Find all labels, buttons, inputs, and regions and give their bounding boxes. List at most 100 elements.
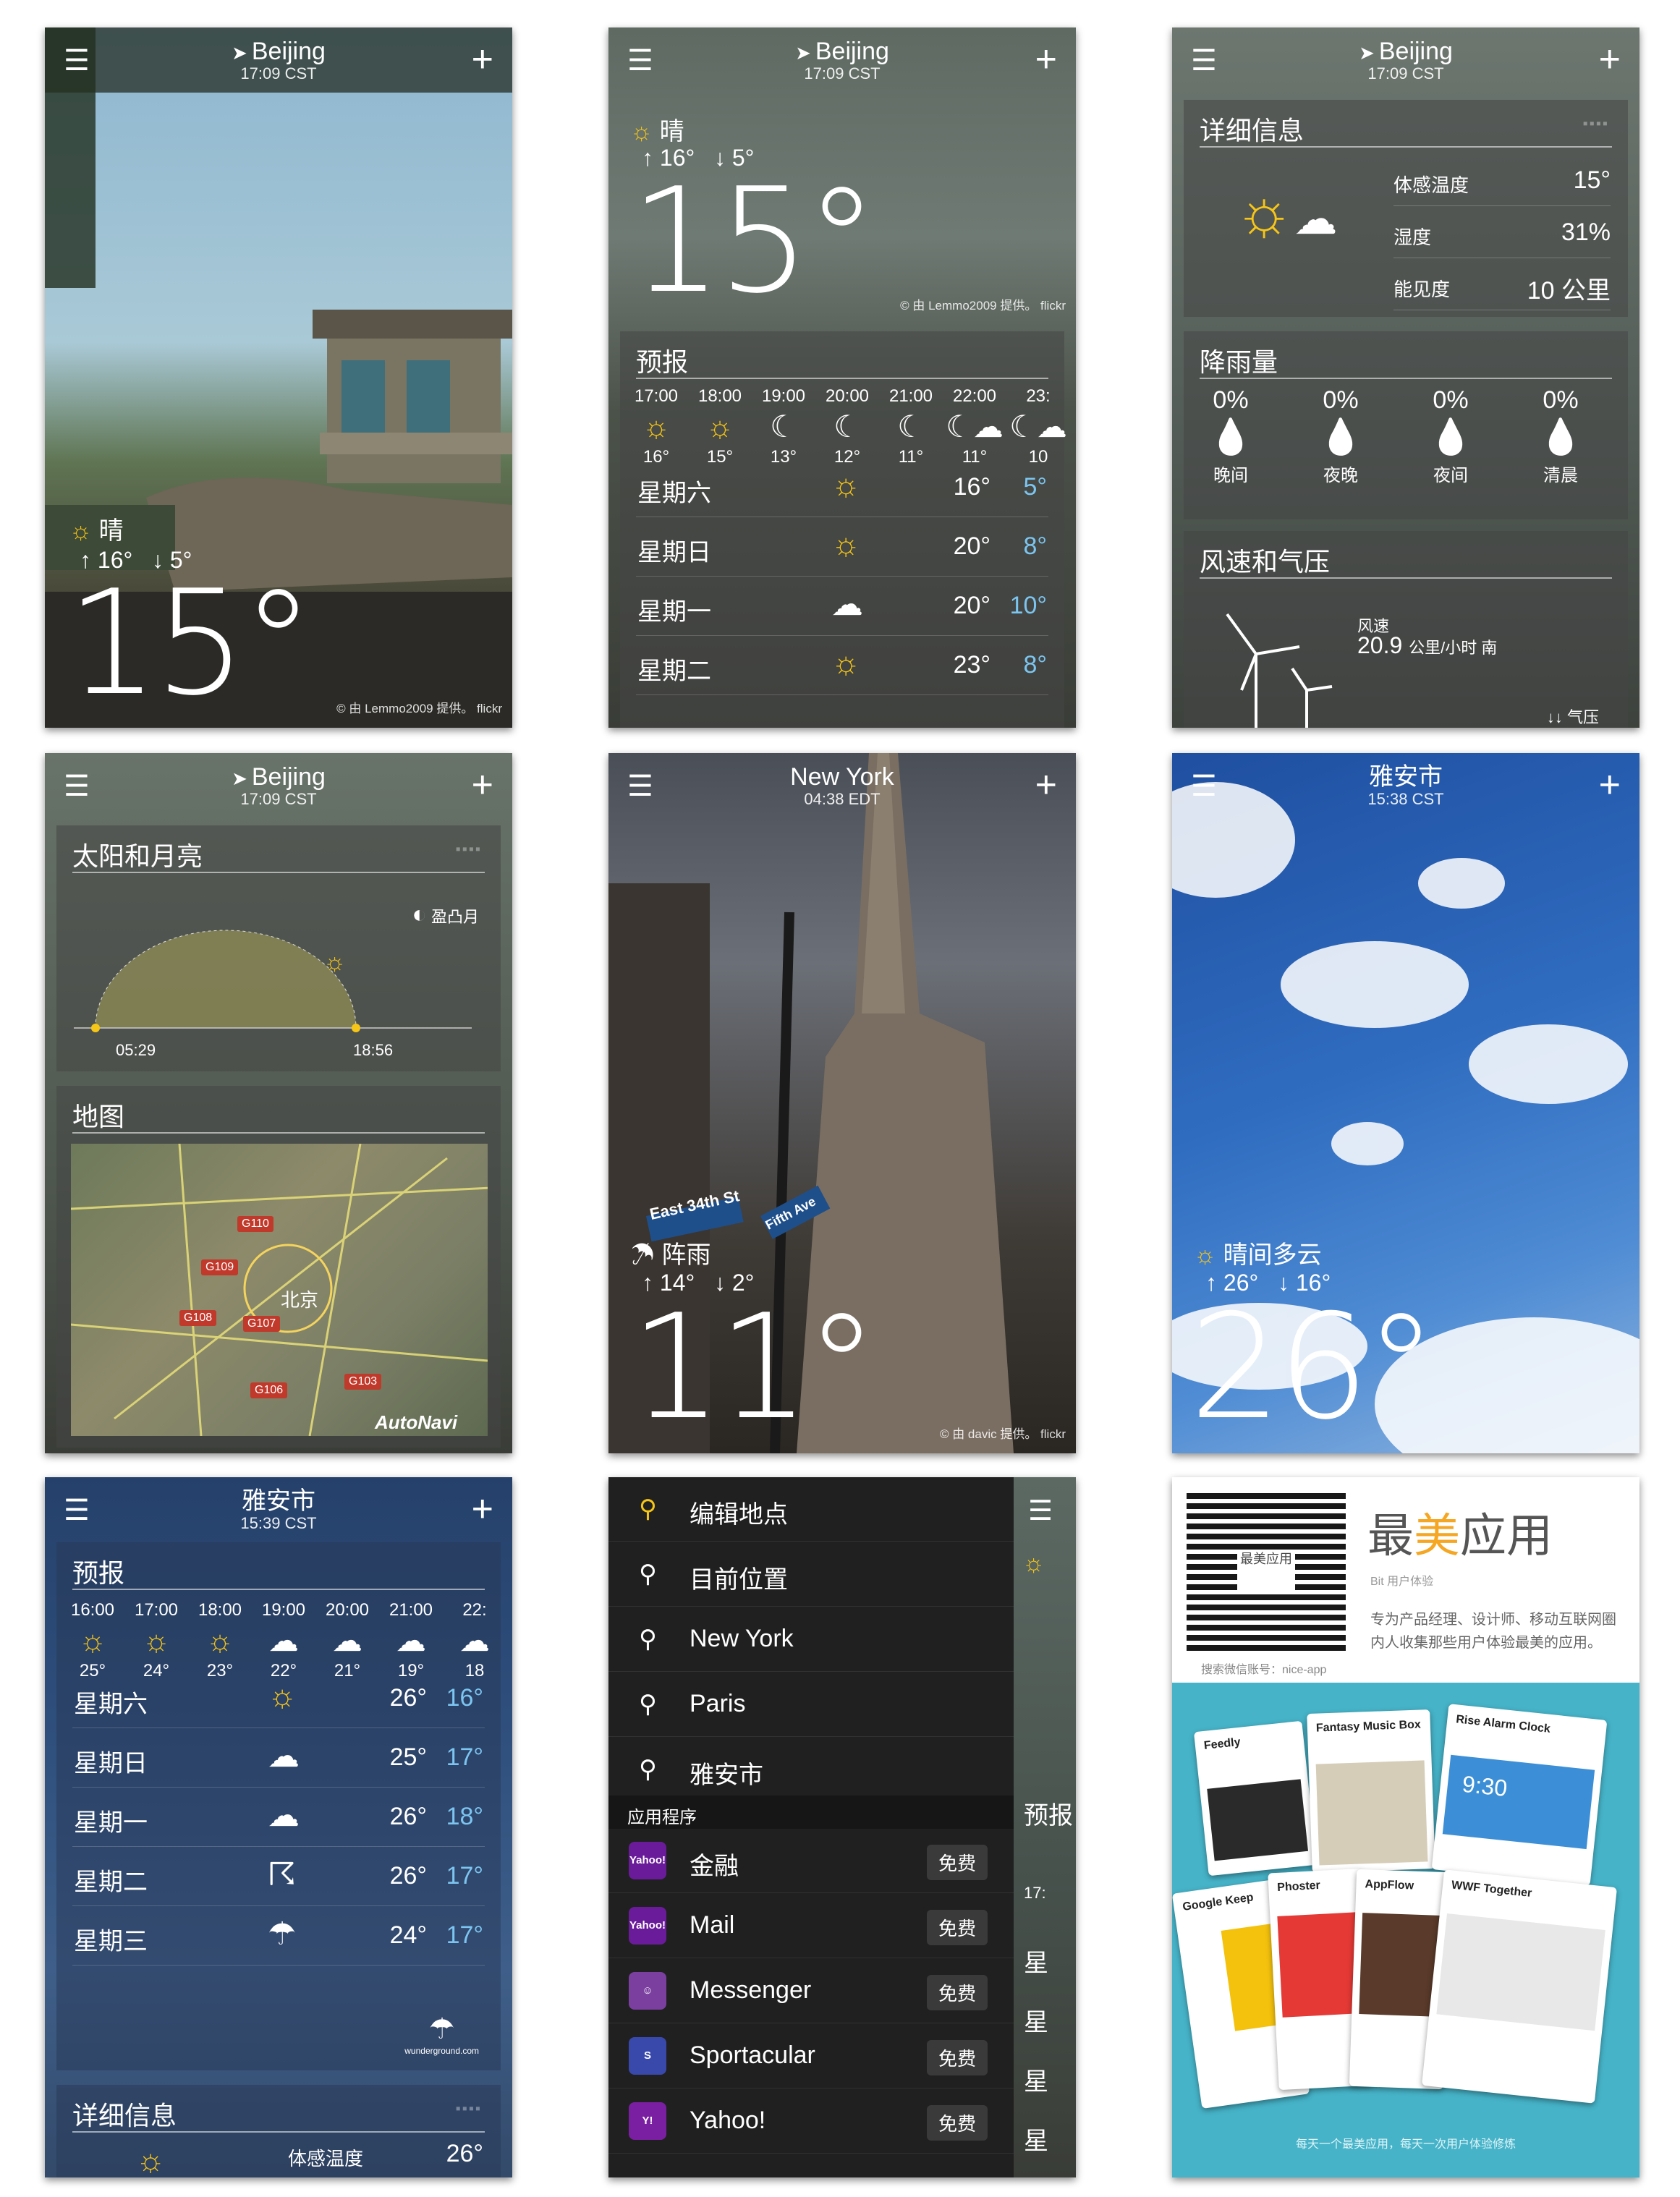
- divider: [72, 1132, 485, 1134]
- location-name: New York: [690, 1625, 794, 1652]
- app-icon: Yahoo!: [629, 1842, 666, 1879]
- free-button[interactable]: 免费: [926, 1975, 988, 2010]
- daily-row: 星期二 ☈ 26° 17°: [72, 1848, 485, 1906]
- menu-icon[interactable]: ☰: [1028, 1495, 1053, 1527]
- feels-like-label: 体感温度: [288, 2148, 364, 2170]
- panel-title: 降雨量: [1200, 347, 1278, 377]
- edit-pin-icon: ⚲: [639, 1495, 657, 1523]
- panel-title: 预报: [636, 347, 689, 377]
- location-item[interactable]: ⚲ 目前位置: [608, 1542, 1014, 1607]
- screen-beijing-forecast: ☰ ➤ Beijing 17:09 CST + ☼ 晴 ↑ 16° ↓ 5° 15…: [608, 27, 1076, 728]
- app-card-rise-alarm-clock[interactable]: Rise Alarm Clock 9:30: [1431, 1704, 1608, 1886]
- panel-title: 太阳和月亮: [72, 841, 203, 871]
- detail-row: 湿度 31%: [1393, 207, 1611, 258]
- condition: ☼ 晴: [69, 517, 124, 545]
- screen-newyork: East 34th St Fifth Ave ☰ New York 04:38 …: [608, 753, 1076, 1453]
- drag-handle-icon[interactable]: ▪▪▪▪: [456, 2101, 482, 2117]
- forecast-panel: 预报 17:00 ☼ 16° 18:00 ☼ 15° 19:00 ☾ 13° 20:00 ☾ 12° 2…: [620, 331, 1067, 728]
- hour-time: 21:00: [389, 1600, 433, 1620]
- free-button[interactable]: 免费: [926, 1845, 988, 1880]
- app-card-wwf-together[interactable]: WWF Together: [1421, 1869, 1618, 2104]
- add-location-button[interactable]: +: [472, 766, 493, 804]
- screen-beijing-sun-map: ☰ ➤ Beijing 17:09 CST + 太阳和月亮 ▪▪▪▪ ◐ 盈凸月 …: [45, 753, 512, 1453]
- photo-credit[interactable]: © 由 Lemmo2009 提供。 flickr: [900, 295, 1066, 313]
- free-button[interactable]: 免费: [926, 2105, 988, 2141]
- app-card-feedly[interactable]: Feedly: [1193, 1720, 1318, 1877]
- location-item[interactable]: ⚲ 雅安市: [608, 1738, 1014, 1802]
- sunrise-time: 05:29: [116, 1041, 156, 1059]
- peek-main-view[interactable]: ☰ ☼ 预报 17: 星星星星: [1014, 1477, 1076, 2177]
- app-card-fantasy-music-box[interactable]: Fantasy Music Box: [1307, 1709, 1435, 1873]
- day-name: 星期六: [74, 1691, 148, 1718]
- qr-code: 最美应用: [1187, 1492, 1346, 1651]
- free-button[interactable]: 免费: [926, 2040, 988, 2075]
- precipitation-item: 0% 💧 清晨: [1506, 386, 1615, 486]
- drag-handle-icon[interactable]: ▪▪▪▪: [1583, 116, 1609, 132]
- highway-label: G107: [243, 1316, 281, 1332]
- hour-time: 18:00: [697, 386, 742, 406]
- app-item[interactable]: Yahoo! Mail 免费: [608, 1894, 1014, 1958]
- app-icon: S: [629, 2037, 666, 2075]
- city-name: 雅安市: [242, 1487, 315, 1515]
- header: ☰ ➤ Beijing 17:09 CST +: [608, 27, 1076, 93]
- app-name: Yahoo!: [690, 2107, 766, 2134]
- drag-handle-icon[interactable]: ▪▪▪▪: [456, 841, 482, 858]
- map-view[interactable]: 北京 G110 G109 G108 G107 G106 G103 AutoNavi: [71, 1144, 488, 1436]
- location-item[interactable]: ⚲ Paris: [608, 1673, 1014, 1737]
- sun-icon: ☼: [642, 409, 671, 443]
- header: ☰ ➤ Beijing 17:09 CST +: [45, 753, 512, 818]
- location-name: Paris: [690, 1690, 746, 1717]
- add-location-button[interactable]: +: [1035, 766, 1057, 804]
- app-item[interactable]: S Sportacular 免费: [608, 2024, 1014, 2088]
- edit-locations-item[interactable]: ⚲ 编辑地点: [608, 1477, 1014, 1542]
- day-low: 17°: [446, 1862, 483, 1890]
- app-name: Mail: [690, 1911, 735, 1939]
- daily-row: 星期日 ☼ 20° 8°: [636, 518, 1048, 577]
- screen-nice-app-ad: 最美应用 最美应用 Bit 用户体验 专为产品经理、设计师、移动互联网圈 内人收…: [1172, 1477, 1639, 2177]
- location-pin-icon: ⚲: [639, 1691, 657, 1718]
- footer-slogan: 每天一个最美应用，每天一次用户体验修炼: [1295, 2138, 1516, 2151]
- peek-label: 预报: [1024, 1802, 1073, 1830]
- day-high: 26°: [389, 1862, 427, 1890]
- add-location-button[interactable]: +: [472, 1490, 493, 1528]
- location-name: 编辑地点: [690, 1501, 788, 1529]
- precipitation-percent: 0%: [1433, 386, 1469, 414]
- precipitation-panel: 降雨量 0% 💧 晚间 0% 💧 夜晚 0% 💧 夜间 0% 💧 清晨: [1184, 331, 1628, 519]
- add-location-button[interactable]: +: [1035, 41, 1057, 78]
- moon-icon: ☾: [770, 409, 797, 443]
- day-name: 星期日: [74, 1750, 148, 1777]
- app-item[interactable]: ☺ Messenger 免费: [608, 1959, 1014, 2023]
- day-high: 23°: [953, 651, 990, 679]
- screen-side-menu: ☰ ☼ 预报 17: 星星星星 ⚲ 编辑地点 ⚲ 目前位置 ⚲ New York ⚲ Paris ⚲…: [608, 1477, 1076, 2177]
- divider: [72, 872, 485, 873]
- app-item[interactable]: Yahoo! 金融 免费: [608, 1829, 1014, 1893]
- svg-text:☼: ☼: [323, 948, 346, 976]
- day-high: 20°: [953, 592, 990, 619]
- day-low: 17°: [446, 1921, 483, 1949]
- add-location-button[interactable]: +: [1599, 766, 1621, 804]
- partly-cloudy-icon: ☼: [831, 645, 861, 681]
- location-item[interactable]: ⚲ New York: [608, 1607, 1014, 1672]
- day-high: 24°: [389, 1921, 427, 1949]
- sun-icon: ☼: [136, 2143, 166, 2177]
- app-item[interactable]: Y! Yahoo! 免费: [608, 2089, 1014, 2154]
- hour-time: 18:00: [198, 1600, 242, 1620]
- day-name: 星期一: [637, 598, 711, 626]
- add-location-button[interactable]: +: [472, 41, 493, 78]
- partly-cloudy-icon: ☼: [831, 527, 861, 562]
- day-high: 26°: [389, 1684, 427, 1712]
- panel-title: 详细信息: [72, 2101, 177, 2130]
- detail-label: 体感温度: [1393, 174, 1469, 196]
- photo-credit[interactable]: © 由 davic 提供。 flickr: [940, 1424, 1066, 1442]
- forecast-panel: 预报 16:00 ☼ 25° 17:00 ☼ 24° 18:00 ☼ 23° 19:00 ☁ 22° 2…: [56, 1542, 501, 2070]
- pressure-label: ↓↓ 气压: [1546, 708, 1599, 726]
- free-button[interactable]: 免费: [926, 1910, 988, 1945]
- photo-credit[interactable]: © 由 Lemmo2009 提供。 flickr: [336, 698, 502, 716]
- sun-icon: ☼: [705, 409, 734, 443]
- precipitation-item: 0% 💧 晚间: [1176, 386, 1285, 486]
- moon-icon: ☾: [833, 409, 861, 443]
- add-location-button[interactable]: +: [1599, 41, 1621, 78]
- local-time: 15:38 CST: [1367, 790, 1444, 808]
- detail-label: 湿度: [1393, 226, 1432, 248]
- day-name: 星期三: [74, 1928, 148, 1955]
